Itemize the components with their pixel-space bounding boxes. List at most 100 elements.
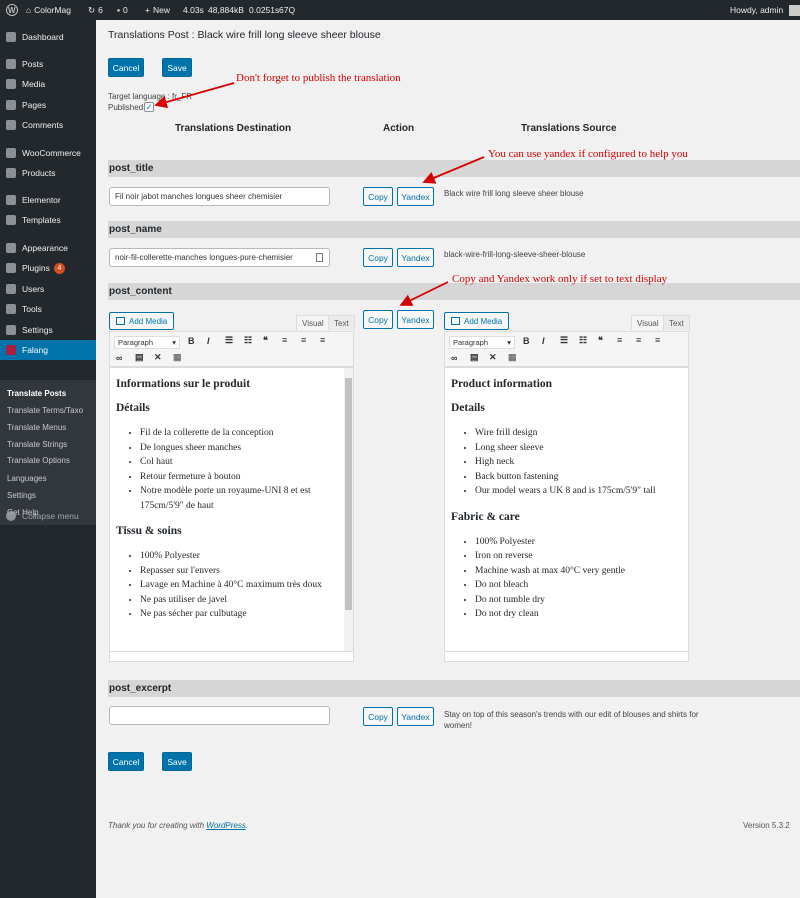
main-content: Translations Post : Black wire frill lon…: [96, 20, 800, 898]
submenu-translate-posts[interactable]: Translate Posts: [7, 389, 66, 398]
post-excerpt-input[interactable]: [109, 706, 330, 725]
new-content-link[interactable]: + New: [145, 0, 170, 20]
post-name-copy-button[interactable]: Copy: [363, 248, 393, 267]
tab-text-source[interactable]: Text: [663, 315, 690, 330]
align-center-icon[interactable]: ≡: [301, 335, 306, 345]
link-icon[interactable]: ∞: [116, 353, 122, 363]
updates-count: 6: [98, 5, 103, 15]
sidebar-item-templates[interactable]: Templates: [0, 210, 96, 230]
fullscreen-icon[interactable]: ✕: [154, 352, 162, 363]
tab-visual-source[interactable]: Visual: [631, 315, 665, 330]
sidebar-item-appearance[interactable]: Appearance: [0, 238, 96, 258]
cancel-button-top[interactable]: Cancel: [108, 58, 144, 77]
comments-link[interactable]: ▪ 0: [117, 0, 128, 20]
save-button-top[interactable]: Save: [162, 58, 192, 77]
more-icon[interactable]: ▤: [135, 352, 144, 363]
italic-icon[interactable]: I: [542, 336, 545, 346]
editor-toolbar: Paragraph ▾ B I ☰ ☷ ❝ ≡ ≡ ≡ ∞ ▤ ✕ ▦: [444, 331, 689, 367]
add-media-button-destination[interactable]: Add Media: [109, 312, 175, 330]
post-title-source: Black wire frill long sleeve sheer blous…: [444, 189, 584, 198]
stat-time[interactable]: 4.03s: [183, 0, 204, 20]
tab-text-destination[interactable]: Text: [328, 315, 355, 330]
align-left-icon[interactable]: ≡: [282, 335, 287, 345]
list-item: Our model wears a UK 8 and is 175cm/5'9"…: [475, 484, 676, 499]
sidebar-item-woocommerce[interactable]: WooCommerce: [0, 143, 96, 163]
site-name-link[interactable]: ⌂ ColorMag: [26, 0, 71, 20]
numbered-list-icon[interactable]: ☷: [579, 335, 587, 346]
sidebar-item-dashboard[interactable]: Dashboard: [0, 27, 96, 47]
post-title-input[interactable]: Fil noir jabot manches longues sheer che…: [109, 187, 330, 206]
editor-resize-handle[interactable]: [444, 652, 689, 662]
bold-icon[interactable]: B: [188, 336, 195, 346]
numbered-list-icon[interactable]: ☷: [244, 335, 252, 346]
post-excerpt-copy-button[interactable]: Copy: [363, 707, 393, 726]
add-media-button-source[interactable]: Add Media: [444, 312, 510, 330]
source-content-area[interactable]: Product information Details Wire frill d…: [444, 367, 689, 652]
sidebar-item-pages[interactable]: Pages: [0, 95, 96, 115]
stat-memory[interactable]: 48,884kB: [208, 0, 244, 20]
media-icon: [451, 317, 460, 325]
submenu-translate-menus[interactable]: Translate Menus: [7, 423, 66, 432]
post-name-input[interactable]: noir-fil-collerette-manches longues-pure…: [109, 248, 330, 267]
published-checkbox[interactable]: ✓: [144, 102, 154, 112]
stat-query-time[interactable]: 0.0251s: [249, 0, 279, 20]
blockquote-icon[interactable]: ❝: [598, 335, 603, 346]
post-content-copy-button[interactable]: Copy: [363, 310, 393, 329]
format-select[interactable]: Paragraph ▾: [449, 336, 515, 349]
italic-icon[interactable]: I: [207, 336, 210, 346]
updates-link[interactable]: ↻ 6: [88, 0, 103, 20]
account-link[interactable]: Howdy, admin: [730, 0, 800, 20]
sidebar-item-settings[interactable]: Settings: [0, 320, 96, 340]
toolbar-toggle-icon[interactable]: ▦: [173, 352, 182, 363]
collapse-menu-button[interactable]: Collapse menu: [0, 506, 96, 526]
align-right-icon[interactable]: ≡: [655, 335, 660, 345]
sidebar-item-posts[interactable]: Posts: [0, 54, 96, 74]
submenu-translate-terms[interactable]: Translate Terms/Taxo: [7, 406, 83, 415]
scrollbar-thumb[interactable]: [345, 378, 352, 610]
submenu-translate-strings[interactable]: Translate Strings: [7, 440, 67, 449]
fullscreen-icon[interactable]: ✕: [489, 352, 497, 363]
sidebar-item-media[interactable]: Media: [0, 74, 96, 94]
editor-resize-handle[interactable]: [109, 652, 354, 662]
target-language: Target language : fr_FR: [108, 92, 193, 101]
post-title-yandex-button[interactable]: Yandex: [397, 187, 434, 206]
align-right-icon[interactable]: ≡: [320, 335, 325, 345]
bullet-list-icon[interactable]: ☰: [560, 335, 568, 346]
pages-icon: [6, 100, 16, 110]
align-left-icon[interactable]: ≡: [617, 335, 622, 345]
cancel-button-bottom[interactable]: Cancel: [108, 752, 144, 771]
align-center-icon[interactable]: ≡: [636, 335, 641, 345]
tab-visual-destination[interactable]: Visual: [296, 315, 330, 330]
sidebar-item-comments[interactable]: Comments: [0, 115, 96, 135]
bullet-list-icon[interactable]: ☰: [225, 335, 233, 346]
wordpress-logo-icon[interactable]: [6, 0, 18, 21]
submenu-settings[interactable]: Settings: [7, 491, 36, 500]
sidebar-item-tools[interactable]: Tools: [0, 299, 96, 319]
post-title-copy-button[interactable]: Copy: [363, 187, 393, 206]
sidebar-item-plugins[interactable]: Plugins 4: [0, 258, 96, 278]
link-icon[interactable]: ∞: [451, 353, 457, 363]
bold-icon[interactable]: B: [523, 336, 530, 346]
wordpress-link[interactable]: WordPress: [206, 821, 246, 830]
sidebar-item-users[interactable]: Users: [0, 279, 96, 299]
post-content-yandex-button[interactable]: Yandex: [397, 310, 434, 329]
sidebar-item-label: Plugins: [22, 263, 50, 273]
sidebar-item-falang[interactable]: Falang: [0, 340, 96, 360]
toolbar-toggle-icon[interactable]: ▦: [508, 352, 517, 363]
post-name-yandex-button[interactable]: Yandex: [397, 248, 434, 267]
sidebar-item-products[interactable]: Products: [0, 163, 96, 183]
submenu-languages[interactable]: Languages: [7, 474, 47, 483]
destination-content-area[interactable]: Informations sur le produit Détails Fil …: [109, 367, 354, 652]
save-button-bottom[interactable]: Save: [162, 752, 192, 771]
editor-scrollbar[interactable]: [344, 368, 353, 651]
submenu-translate-options[interactable]: Translate Options: [7, 456, 70, 465]
sidebar-item-elementor[interactable]: Elementor: [0, 190, 96, 210]
list-item: Do not bleach: [475, 578, 676, 593]
sidebar-item-label: Comments: [22, 120, 64, 130]
more-icon[interactable]: ▤: [470, 352, 479, 363]
format-select[interactable]: Paragraph ▾: [114, 336, 180, 349]
post-excerpt-yandex-button[interactable]: Yandex: [397, 707, 434, 726]
comment-icon: ▪: [117, 5, 121, 15]
blockquote-icon[interactable]: ❝: [263, 335, 268, 346]
stat-queries[interactable]: 67Q: [279, 0, 295, 20]
